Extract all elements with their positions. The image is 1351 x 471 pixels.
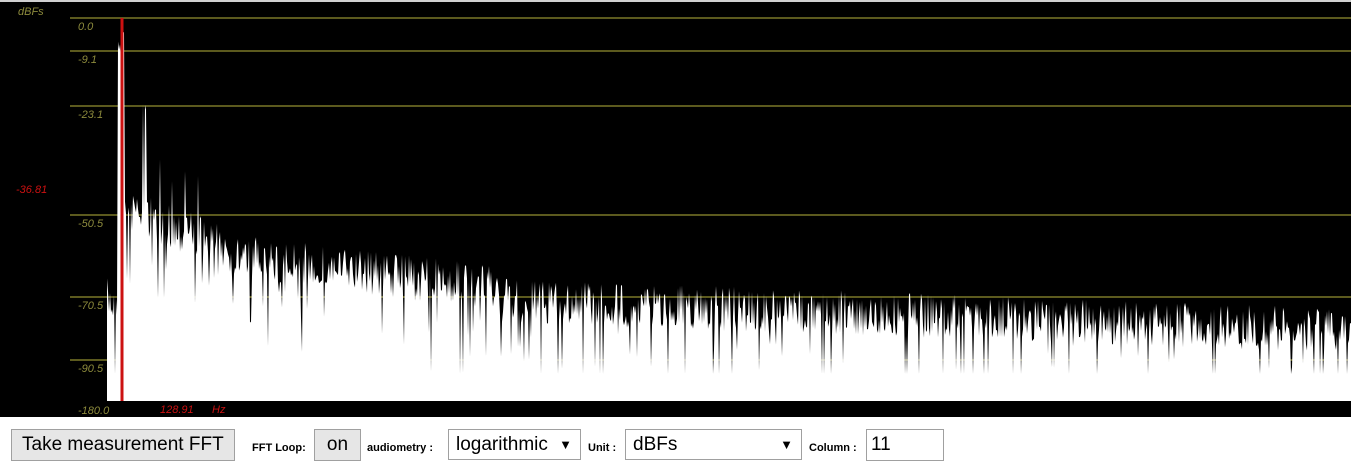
y-tick-label: -50.5 — [78, 218, 104, 230]
dropdown-arrow-icon: ▼ — [559, 437, 572, 452]
unit-label: Unit : — [588, 442, 617, 454]
spectrum-canvas: dBFs 0.0 -9.1 -23.1 -50.5 -70.5 -90.5 -180.0 -… — [16, 6, 1351, 417]
cursor-frequency-readout: 128.91 — [160, 404, 194, 416]
fft-spectrum-plot: dBFs 0.0 -9.1 -23.1 -50.5 -70.5 -90.5 -180.0 -… — [0, 0, 1351, 417]
spectrum-trace — [107, 31, 1351, 402]
take-measurement-button[interactable]: Take measurement FFT — [11, 429, 235, 461]
dropdown-arrow-icon: ▼ — [780, 437, 793, 452]
y-tick-label: -90.5 — [78, 363, 104, 375]
fft-loop-label: FFT Loop: — [252, 442, 306, 454]
fft-toolbar: Take measurement FFT FFT Loop: on audiom… — [0, 417, 1351, 471]
column-input[interactable] — [866, 429, 944, 461]
y-tick-label: -9.1 — [78, 54, 97, 66]
fft-loop-toggle-button[interactable]: on — [314, 429, 361, 461]
audiometry-label: audiometry : — [367, 442, 434, 454]
unit-select[interactable]: dBFs ▼ — [625, 429, 802, 460]
frequency-unit-label: Hz — [212, 404, 226, 416]
y-tick-label: -180.0 — [78, 405, 110, 417]
y-tick-label: -70.5 — [78, 300, 104, 312]
column-label: Column : — [809, 442, 857, 454]
y-tick-label: 0.0 — [78, 21, 94, 33]
y-tick-label: -23.1 — [78, 109, 103, 121]
cursor-db-readout: -36.81 — [16, 184, 47, 196]
audiometry-selected-value: logarithmic — [456, 434, 548, 455]
y-unit-label: dBFs — [18, 6, 44, 18]
audiometry-select[interactable]: logarithmic ▼ — [448, 429, 581, 460]
unit-selected-value: dBFs — [633, 434, 678, 455]
